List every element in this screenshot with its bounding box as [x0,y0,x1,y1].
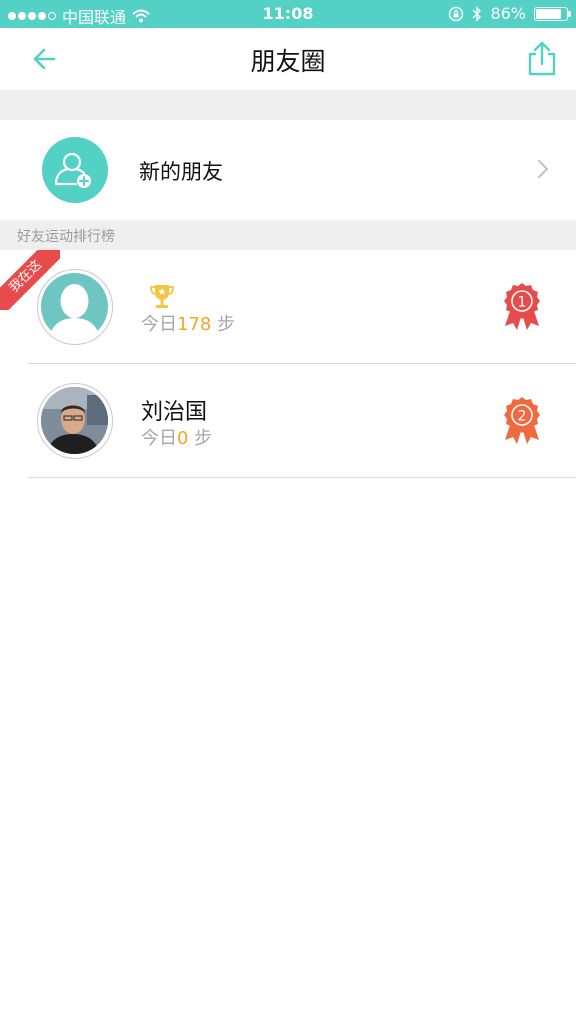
rank-2-medal-icon: 2 [504,397,540,444]
ranking-section-header: 好友运动排行榜 [0,220,576,250]
me-badge: 我在这 [0,250,60,310]
ranking-row[interactable]: 今日178 步 1 [0,250,576,364]
steps-value: 0 [177,428,189,449]
step-count: 今日0 步 [141,424,212,450]
orientation-lock-icon [449,6,464,21]
share-button[interactable] [524,40,560,78]
battery-percent: 86% [490,4,526,23]
share-icon [528,41,556,76]
step-count: 今日178 步 [141,310,235,336]
steps-prefix: 今日 [141,314,177,335]
rank-1-medal-icon: 1 [504,283,540,330]
chevron-right-icon [538,160,548,178]
friend-name: 刘治国 [141,400,208,425]
steps-suffix: 步 [188,428,213,449]
avatar [37,383,113,459]
bluetooth-icon [472,5,482,22]
section-gap [0,90,576,120]
user-photo [41,387,108,454]
svg-text:1: 1 [518,295,527,311]
steps-suffix: 步 [211,314,236,335]
new-friends-label: 新的朋友 [139,160,223,184]
ranking-row[interactable]: 刘治国 今日0 步 2 [0,364,576,478]
battery-icon [534,6,571,21]
row-divider [28,477,576,478]
nav-bar: 朋友圈 [0,28,576,90]
trophy-icon [150,285,174,308]
add-friend-icon [42,137,108,203]
status-bar: 中国联通 11:08 86% [0,0,576,28]
new-friends-row[interactable]: 新的朋友 [0,120,576,220]
status-right: 86% [448,4,571,23]
me-badge-label: 我在这 [0,250,60,310]
battery-level-fill [536,8,561,19]
page-title: 朋友圈 [250,47,326,76]
ranking-section-title: 好友运动排行榜 [17,229,115,245]
steps-value: 178 [177,314,212,335]
steps-prefix: 今日 [141,428,177,449]
svg-text:2: 2 [518,409,527,425]
